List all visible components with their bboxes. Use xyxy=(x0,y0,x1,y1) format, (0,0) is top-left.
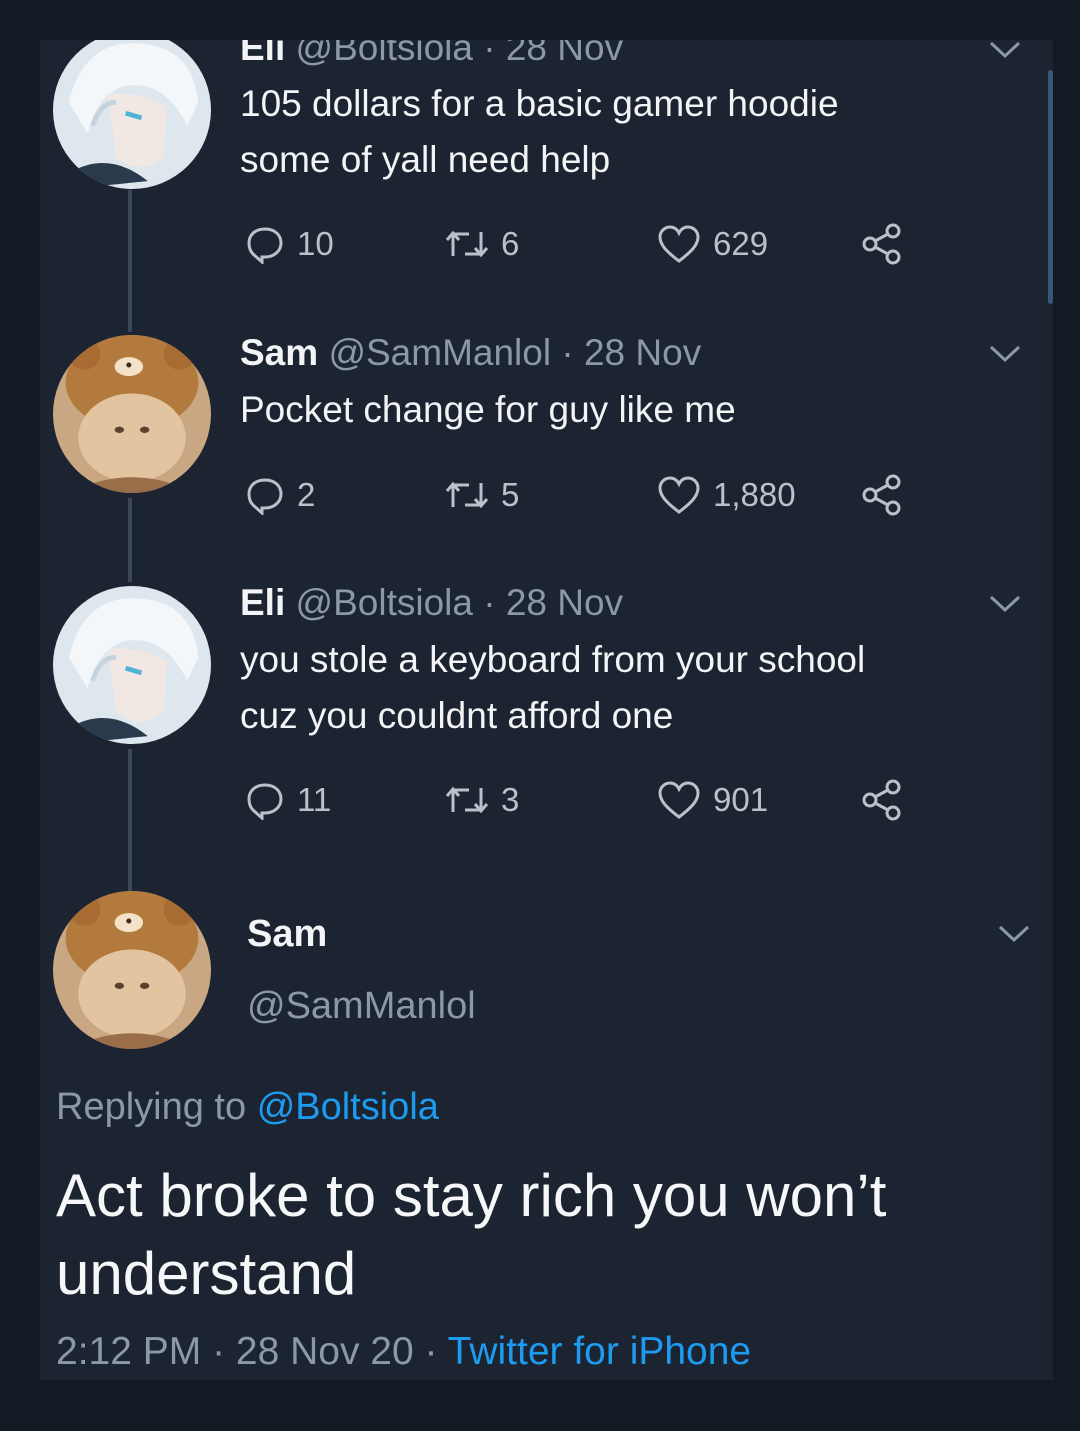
chevron-down-icon[interactable] xyxy=(988,344,1022,364)
main-tweet-text-line: understand xyxy=(56,1240,357,1307)
retweet-count: 3 xyxy=(501,781,520,818)
main-tweet-text: Act broke to stay rich you won’t underst… xyxy=(56,1157,1016,1313)
author-name[interactable]: Eli xyxy=(240,40,285,68)
share-button[interactable] xyxy=(860,220,904,268)
reply-count: 2 xyxy=(297,476,316,513)
author-handle[interactable]: @SamManlol xyxy=(328,332,551,373)
author-name[interactable]: Sam xyxy=(240,332,318,373)
avatar-sam-image xyxy=(53,335,211,493)
share-icon xyxy=(862,779,901,821)
avatar-sam[interactable] xyxy=(53,335,211,493)
reply-icon xyxy=(247,783,283,820)
like-count: 1,880 xyxy=(713,476,796,513)
reply-button[interactable]: 2 xyxy=(245,471,315,519)
like-button[interactable]: 901 xyxy=(657,776,768,824)
author-handle[interactable]: @Boltsiola xyxy=(296,582,473,623)
share-button[interactable] xyxy=(860,776,904,824)
scrollbar[interactable] xyxy=(1048,70,1053,304)
reply-icon xyxy=(247,227,283,264)
thread-line xyxy=(128,749,132,897)
main-tweet-text-line: Act broke to stay rich you won’t xyxy=(56,1162,887,1229)
author-name[interactable]: Eli xyxy=(240,582,285,623)
avatar-sam-image xyxy=(53,891,211,1049)
reply-count: 11 xyxy=(297,781,332,818)
author-handle[interactable]: @Boltsiola xyxy=(296,40,473,68)
retweet-icon xyxy=(445,230,489,258)
tweet-source-link[interactable]: Twitter for iPhone xyxy=(448,1330,751,1373)
like-button[interactable]: 629 xyxy=(657,220,768,268)
avatar-eli-image xyxy=(53,586,211,744)
main-author-name[interactable]: Sam xyxy=(247,913,327,956)
tweet-actions: 10 6 629 xyxy=(245,220,925,268)
tweet-text: 105 dollars for a basic gamer hoodie som… xyxy=(240,76,1000,188)
like-icon xyxy=(658,476,700,514)
retweet-button[interactable]: 5 xyxy=(445,471,519,519)
reply-button[interactable]: 10 xyxy=(245,220,334,268)
tweet-actions: 2 5 1,880 xyxy=(245,471,925,519)
tweet-text-line: cuz you couldnt afford one xyxy=(240,695,674,736)
main-author-handle[interactable]: @SamManlol xyxy=(247,985,476,1028)
replying-to: Replying to @Boltsiola xyxy=(56,1086,439,1129)
retweet-count: 5 xyxy=(501,476,520,513)
like-icon xyxy=(658,781,700,819)
avatar-eli[interactable] xyxy=(53,40,211,189)
replying-mention-link[interactable]: @Boltsiola xyxy=(257,1086,439,1128)
avatar-sam[interactable] xyxy=(53,891,211,1049)
replying-prefix: Replying to xyxy=(56,1086,247,1128)
tweet-thread-screen: Eli @Boltsiola · 28 Nov 105 dollars for … xyxy=(40,40,1053,1380)
retweet-icon xyxy=(445,481,489,509)
like-count: 901 xyxy=(713,781,769,818)
share-icon xyxy=(862,223,901,265)
retweet-button[interactable]: 3 xyxy=(445,776,519,824)
tweet-actions: 11 3 901 xyxy=(245,776,925,824)
tweet-date: · 28 Nov xyxy=(483,582,624,623)
tweet-header: Eli @Boltsiola · 28 Nov xyxy=(240,40,623,69)
tweet-text-line: 105 dollars for a basic gamer hoodie xyxy=(240,83,839,124)
reply-button[interactable]: 11 xyxy=(245,776,331,824)
retweet-count: 6 xyxy=(501,225,520,262)
avatar-eli[interactable] xyxy=(53,586,211,744)
share-icon xyxy=(862,474,901,516)
reply-count: 10 xyxy=(297,225,334,262)
like-icon xyxy=(658,225,700,263)
tweet-header: Eli @Boltsiola · 28 Nov xyxy=(240,582,623,624)
chevron-down-icon[interactable] xyxy=(988,594,1022,614)
reply-icon xyxy=(247,478,283,515)
chevron-down-icon[interactable] xyxy=(997,924,1031,944)
tweet-date: · 28 Nov xyxy=(561,332,702,373)
tweet-date: · 28 Nov xyxy=(483,40,624,68)
retweet-button[interactable]: 6 xyxy=(445,220,519,268)
tweet-header: Sam @SamManlol · 28 Nov xyxy=(240,332,701,374)
thread-line xyxy=(128,190,132,332)
tweet-text: Pocket change for guy like me xyxy=(240,382,1000,438)
share-button[interactable] xyxy=(860,471,904,519)
like-button[interactable]: 1,880 xyxy=(657,471,796,519)
tweet-text-line: Pocket change for guy like me xyxy=(240,389,736,430)
chevron-down-icon[interactable] xyxy=(988,40,1022,60)
avatar-eli-image xyxy=(53,40,211,189)
thread-line xyxy=(128,498,132,582)
like-count: 629 xyxy=(713,225,769,262)
tweet-timestamp: 2:12 PM · 28 Nov 20 · xyxy=(56,1330,438,1373)
tweet-meta: 2:12 PM · 28 Nov 20 · Twitter for iPhone xyxy=(56,1330,751,1374)
tweet-text-line: you stole a keyboard from your school xyxy=(240,639,866,680)
tweet-text: you stole a keyboard from your school cu… xyxy=(240,632,1000,744)
tweet-text-line: some of yall need help xyxy=(240,139,611,180)
retweet-icon xyxy=(445,786,489,814)
